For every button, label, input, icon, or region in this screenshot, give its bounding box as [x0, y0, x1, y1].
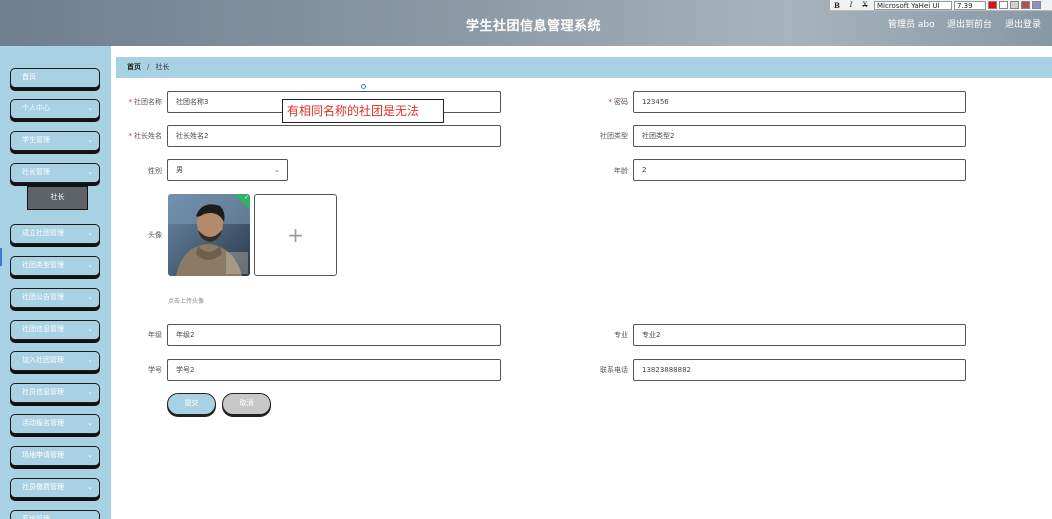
color-swatch-brown[interactable]	[1021, 1, 1030, 9]
chevron-down-icon: ⌄	[87, 325, 93, 333]
chevron-down-icon: ⌄	[87, 388, 93, 396]
admin-user-label: 管理员 abo	[888, 20, 935, 30]
phone-input[interactable]: 13823888882	[633, 359, 966, 381]
chevron-down-icon: ⌄	[87, 419, 93, 427]
avatar-photo	[168, 194, 250, 276]
color-swatch-gray[interactable]	[1010, 1, 1019, 9]
text-format-toolbar: B I X Microsoft YaHei UI 7.39	[830, 0, 1052, 11]
sidebar-item-9[interactable]: 社员信息管理 ⌄	[10, 383, 100, 403]
check-icon: ✓	[243, 194, 249, 201]
breadcrumb-current: 社长	[155, 63, 170, 71]
club-type-label: 社团类型	[600, 132, 628, 140]
sidebar-item-label: 学生管理	[22, 136, 50, 144]
font-size-select[interactable]: 7.39	[954, 0, 986, 10]
sidebar-item-1[interactable]: 个人中心 ⌄	[10, 99, 100, 119]
sidebar-item-2[interactable]: 学生管理 ⌄	[10, 131, 100, 151]
chevron-down-icon: ⌄	[87, 451, 93, 459]
major-input[interactable]: 专业2	[633, 324, 966, 346]
leader-name-label: * 社长姓名	[128, 132, 163, 140]
grade-input[interactable]: 年级2	[167, 324, 501, 346]
sidebar-item-4[interactable]: 成立社团管理 ⌄	[10, 224, 100, 244]
sidebar-item-3[interactable]: 社长管理 ⌄	[10, 163, 100, 183]
avatar-label: 头像	[148, 231, 162, 239]
club-name-label: * 社团名称	[128, 98, 163, 106]
sidebar-item-8[interactable]: 加入社团管理 ⌄	[10, 351, 100, 371]
sidebar-item-label: 场地申请管理	[22, 451, 64, 459]
chevron-down-icon: ⌄	[87, 136, 93, 144]
color-swatch-red[interactable]	[988, 1, 997, 9]
avatar-preview[interactable]: ✓	[168, 194, 250, 276]
password-label: * 密码	[608, 98, 629, 106]
bold-button[interactable]: B	[830, 1, 844, 10]
color-swatch-white[interactable]	[999, 1, 1008, 9]
breadcrumb-separator: /	[147, 63, 150, 71]
student-id-label: 学号	[148, 366, 162, 374]
required-marker: *	[128, 98, 133, 106]
front-page-link[interactable]: 退出到前台	[947, 17, 992, 30]
breadcrumb: 首页 / 社长	[116, 57, 1052, 78]
sidebar-item-label: 社长管理	[22, 168, 50, 176]
sidebar-item-label: 成立社团管理	[22, 229, 64, 237]
plus-icon: +	[287, 223, 304, 247]
font-family-select[interactable]: Microsoft YaHei UI	[874, 0, 952, 10]
chevron-down-icon: ⌄	[87, 293, 93, 301]
chevron-down-icon: ⌄	[87, 229, 93, 237]
sidebar-item-label: 系统管理	[22, 515, 50, 519]
sidebar-item-5[interactable]: 社团类型管理 ⌄	[10, 256, 100, 276]
gender-label: 性别	[148, 167, 162, 175]
italic-button[interactable]: I	[844, 1, 858, 9]
app-title: 学生社团信息管理系统	[466, 19, 602, 34]
sidebar-item-label: 个人中心	[22, 104, 50, 112]
age-input[interactable]: 2	[633, 159, 966, 181]
chevron-down-icon: ⌄	[87, 515, 93, 519]
sidebar-item-6[interactable]: 社团公告管理 ⌄	[10, 288, 100, 308]
sidebar-item-10[interactable]: 活动报名管理 ⌄	[10, 414, 100, 434]
sidebar-item-label: 社员缴费管理	[22, 483, 64, 491]
chevron-down-icon: ⌄	[87, 168, 93, 176]
required-marker: *	[608, 98, 613, 106]
sidebar-item-12[interactable]: 社员缴费管理 ⌄	[10, 478, 100, 498]
color-swatch-purple[interactable]	[1032, 1, 1041, 9]
avatar-upload-button[interactable]: +	[254, 194, 337, 276]
club-type-input[interactable]: 社团类型2	[633, 125, 966, 147]
grade-label: 年级	[148, 331, 162, 339]
breadcrumb-home[interactable]: 首页	[127, 63, 141, 71]
gender-select-value: 男	[176, 166, 183, 174]
cancel-button[interactable]: 取消	[222, 393, 271, 415]
password-input[interactable]: 123456	[633, 91, 966, 113]
age-label: 年龄	[614, 167, 628, 175]
annotation-textbox[interactable]: 有相同名称的社团是无法	[282, 99, 444, 123]
sidebar-item-label: 社团信息管理	[22, 325, 64, 333]
chevron-down-icon: ⌄	[274, 166, 280, 174]
chevron-down-icon: ⌄	[87, 483, 93, 491]
sidebar-item-label: 社员信息管理	[22, 388, 64, 396]
required-marker: *	[128, 132, 133, 140]
scroll-indicator	[0, 248, 2, 266]
sidebar-item-label: 社团公告管理	[22, 293, 64, 301]
sidebar-item-11[interactable]: 场地申请管理 ⌄	[10, 446, 100, 466]
sidebar-item-label: 加入社团管理	[22, 356, 64, 364]
sidebar-item-label: 首页	[22, 73, 36, 81]
leader-name-input[interactable]: 社长姓名2	[167, 125, 501, 147]
major-label: 专业	[614, 331, 628, 339]
student-id-input[interactable]: 学号2	[167, 359, 501, 381]
sidebar-subitem-leader[interactable]: 社长	[27, 186, 88, 210]
phone-label: 联系电话	[600, 366, 628, 374]
sidebar-item-13[interactable]: 系统管理 ⌄	[10, 510, 100, 519]
sidebar-item-0[interactable]: 首页	[10, 68, 100, 88]
logout-link[interactable]: 退出登录	[1005, 17, 1041, 30]
upload-hint-text: 点击上传头像	[168, 298, 205, 305]
chevron-down-icon: ⌄	[87, 104, 93, 112]
chevron-down-icon: ⌄	[87, 356, 93, 364]
strikethrough-button[interactable]: X	[858, 1, 872, 9]
sidebar-item-label: 活动报名管理	[22, 419, 64, 427]
gender-select[interactable]: 男 ⌄	[167, 159, 288, 181]
chevron-down-icon: ⌄	[87, 261, 93, 269]
rotate-handle-icon[interactable]	[361, 84, 366, 89]
submit-button[interactable]: 提交	[167, 393, 216, 415]
sidebar-item-label: 社团类型管理	[22, 261, 64, 269]
sidebar-item-7[interactable]: 社团信息管理 ⌄	[10, 320, 100, 340]
